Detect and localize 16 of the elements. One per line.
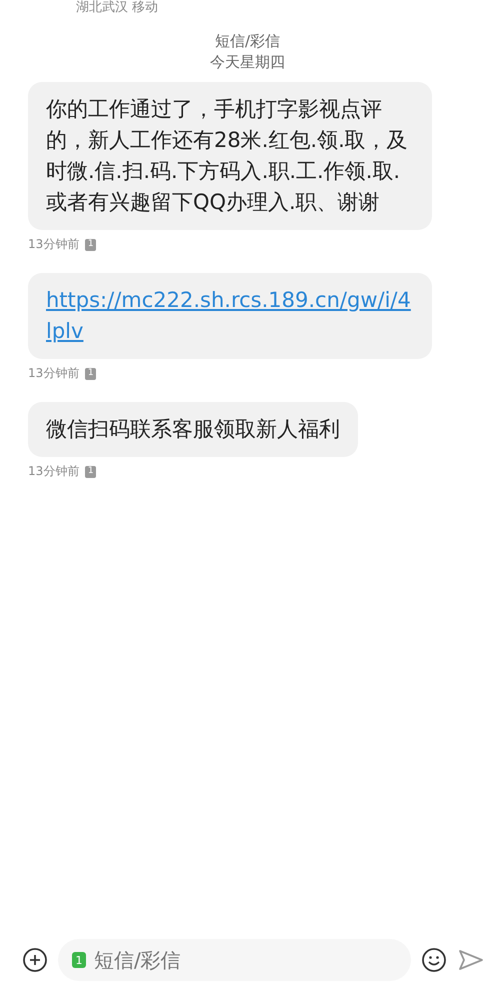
sim-badge: 1 [85, 238, 96, 250]
date-label: 今天星期四 [210, 53, 285, 72]
emoji-icon[interactable] [421, 947, 447, 973]
send-icon[interactable] [457, 947, 485, 973]
message-time: 13分钟前 [28, 463, 80, 480]
message-bubble: 你的工作通过了，手机打字影视点评的，新人工作还有28米.红包.领.取，及时微.信.扫.码.下方码入.职.工.作领.取.或者有兴趣留下QQ办理入.职、谢谢 [28, 82, 432, 230]
message-time: 13分钟前 [28, 236, 80, 253]
message-bubble: 微信扫码联系客服领取新人福利 [28, 402, 358, 457]
message-link[interactable]: https://mc222.sh.rcs.189.cn/gw/i/4lplv [46, 285, 414, 347]
channel-label: 短信/彩信 [214, 32, 280, 51]
sim-badge[interactable]: 1 [72, 952, 86, 968]
sim-badge: 1 [85, 368, 96, 380]
add-icon[interactable] [22, 947, 48, 973]
message-time: 13分钟前 [28, 365, 80, 382]
sender-subtitle: 湖北武汉 移动 [75, 0, 160, 16]
sim-badge: 1 [85, 466, 96, 478]
